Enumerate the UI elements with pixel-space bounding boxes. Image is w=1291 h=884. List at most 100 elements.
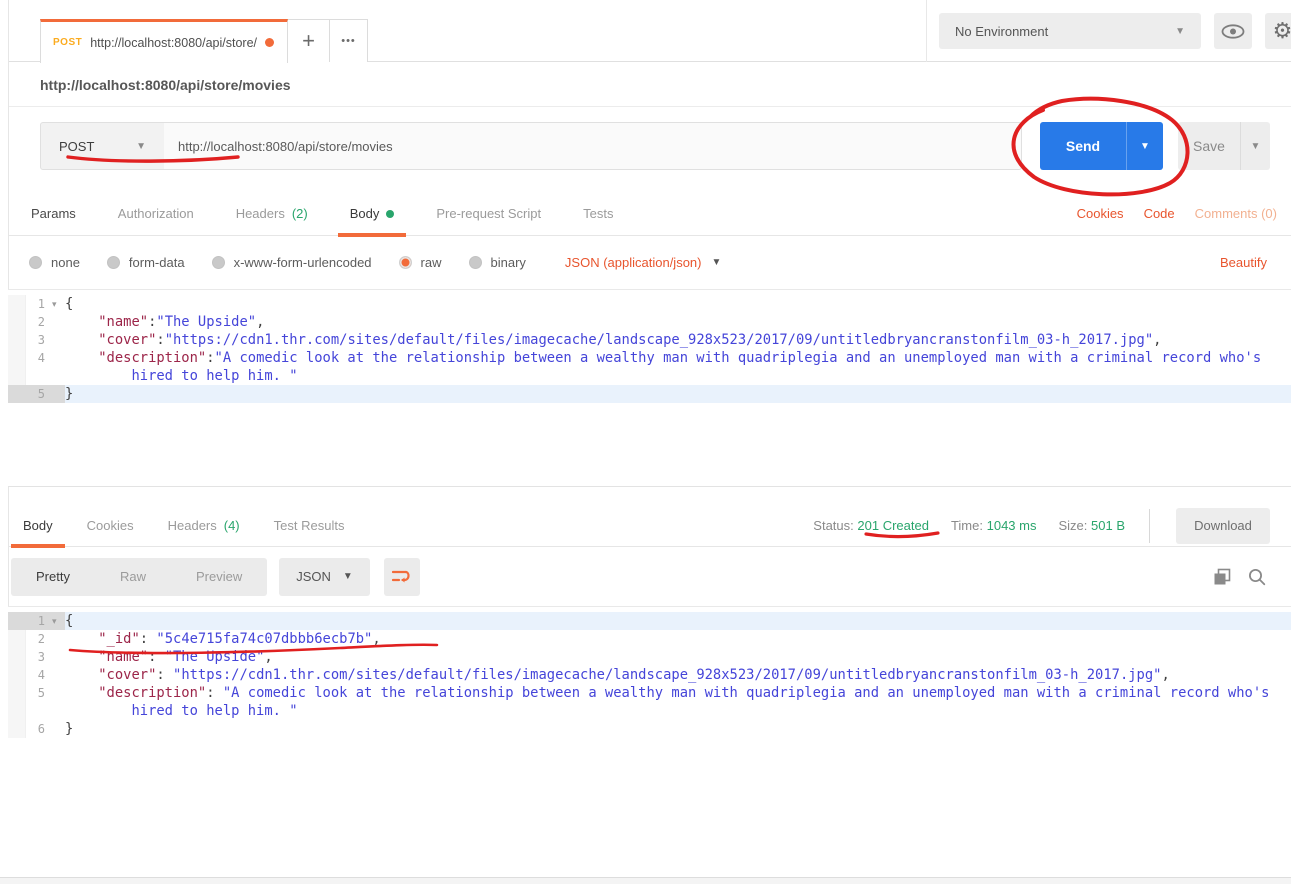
divider [1149, 509, 1150, 543]
save-button-group: Save ▼ [1178, 122, 1270, 170]
tab-url-label: http://localhost:8080/api/store/ [90, 36, 257, 50]
method-select-value: POST [59, 139, 94, 154]
response-view-switcher: Pretty Raw Preview [11, 558, 267, 596]
search-icon[interactable] [1248, 568, 1266, 586]
code-line: hired to help him. " [8, 702, 1291, 720]
body-mode-row: none form-data x-www-form-urlencoded raw… [9, 236, 1291, 288]
status-badge: 201 Created [857, 518, 929, 533]
radio-icon [212, 256, 225, 269]
response-tab-body[interactable]: Body [19, 505, 57, 547]
code-line: 2 "_id": "5c4e715fa74c07dbbb6ecb7b", [8, 630, 1291, 648]
chevron-down-icon: ▼ [136, 141, 146, 152]
request-body-editor[interactable]: 1▾{2 "name":"The Upside",3 "cover":"http… [8, 289, 1291, 487]
code-line: 3 "name": "The Upside", [8, 648, 1291, 666]
response-tab-cookies[interactable]: Cookies [83, 505, 138, 547]
body-mode-form-data[interactable]: form-data [107, 255, 185, 270]
radio-icon [107, 256, 120, 269]
tab-pre-request-script[interactable]: Pre-request Script [432, 192, 545, 236]
radio-icon [469, 256, 482, 269]
view-raw[interactable]: Raw [95, 569, 171, 584]
content-type-value: JSON (application/json) [565, 255, 702, 270]
tab-label: Body [350, 206, 380, 221]
environment-label: No Environment [955, 24, 1048, 39]
save-options-button[interactable]: ▼ [1240, 122, 1270, 170]
response-toolbar: Pretty Raw Preview JSON ▼ [9, 547, 1291, 606]
body-mode-binary[interactable]: binary [469, 255, 526, 270]
code-line: 4 "description":"A comedic look at the r… [8, 349, 1291, 367]
response-body-viewer[interactable]: 1▾{2 "_id": "5c4e715fa74c07dbbb6ecb7b",3… [8, 606, 1291, 877]
tab-label: Authorization [118, 206, 194, 221]
code-line: 3 "cover":"https://cdn1.thr.com/sites/de… [8, 331, 1291, 349]
tab-body[interactable]: Body [346, 192, 399, 236]
environment-select[interactable]: No Environment ▼ [939, 13, 1201, 49]
time-label: Time: [951, 518, 983, 533]
download-label: Download [1194, 518, 1252, 533]
body-mode-raw[interactable]: raw [399, 255, 442, 270]
code-line: 1▾{ [8, 612, 1291, 630]
status-label: Status: [813, 518, 853, 533]
send-options-button[interactable]: ▼ [1126, 122, 1163, 170]
tab-count: (4) [224, 518, 240, 533]
wrap-line-icon [392, 569, 411, 584]
settings-button[interactable]: ⚙ [1265, 13, 1291, 49]
response-tab-test-results[interactable]: Test Results [270, 505, 349, 547]
tab-authorization[interactable]: Authorization [114, 192, 198, 236]
tab-tests[interactable]: Tests [579, 192, 617, 236]
tab-menu-button[interactable]: ••• [330, 19, 368, 62]
wrap-lines-button[interactable] [384, 558, 420, 596]
code-line: hired to help him. " [8, 367, 1291, 385]
url-input[interactable]: http://localhost:8080/api/store/movies [164, 122, 1022, 170]
tab-count: (2) [292, 206, 308, 221]
tab-label: Headers [236, 206, 285, 221]
comments-link[interactable]: Comments (0) [1195, 206, 1277, 221]
response-format-select[interactable]: JSON ▼ [279, 558, 370, 596]
download-button[interactable]: Download [1176, 508, 1270, 544]
radio-label: x-www-form-urlencoded [234, 255, 372, 270]
ellipsis-icon: ••• [341, 35, 356, 47]
response-actions [1213, 568, 1291, 586]
format-value: JSON [296, 569, 331, 584]
eye-icon [1221, 24, 1245, 39]
body-mode-none[interactable]: none [29, 255, 80, 270]
tab-headers[interactable]: Headers (2) [232, 192, 312, 236]
page-title: http://localhost:8080/api/store/movies [40, 77, 291, 93]
view-pretty[interactable]: Pretty [11, 569, 95, 584]
request-title-row: http://localhost:8080/api/store/movies [9, 63, 1291, 107]
tab-params[interactable]: Params [27, 192, 80, 236]
unsaved-dot-icon [265, 38, 274, 47]
content-type-select[interactable]: JSON (application/json) ▼ [565, 255, 721, 270]
time-value: 1043 ms [987, 518, 1037, 533]
send-button-group: Send ▼ [1040, 122, 1163, 170]
size-label: Size: [1058, 518, 1087, 533]
method-select[interactable]: POST ▼ [40, 122, 165, 170]
code-line: 4 "cover": "https://cdn1.thr.com/sites/d… [8, 666, 1291, 684]
cookies-link[interactable]: Cookies [1077, 206, 1124, 221]
tab-method-badge: POST [53, 37, 82, 48]
send-button-label: Send [1066, 138, 1100, 154]
url-input-value: http://localhost:8080/api/store/movies [178, 139, 393, 154]
request-tab[interactable]: POST http://localhost:8080/api/store/ [40, 19, 288, 63]
radio-label: form-data [129, 255, 185, 270]
save-button[interactable]: Save [1178, 122, 1240, 170]
chevron-down-icon: ▼ [1140, 141, 1150, 152]
plus-icon: + [302, 28, 315, 54]
view-preview[interactable]: Preview [171, 569, 267, 584]
send-button[interactable]: Send [1040, 122, 1126, 170]
tab-label: Body [23, 518, 53, 533]
response-tab-headers[interactable]: Headers (4) [164, 505, 244, 547]
body-mode-x-www-form-urlencoded[interactable]: x-www-form-urlencoded [212, 255, 372, 270]
code-line: 1▾{ [8, 295, 1291, 313]
status-bar [0, 877, 1291, 884]
beautify-link[interactable]: Beautify [1220, 255, 1291, 270]
environment-preview-button[interactable] [1214, 13, 1252, 49]
tab-label: Params [31, 206, 76, 221]
request-tabs: Params Authorization Headers (2) Body Pr… [9, 192, 1291, 236]
copy-icon[interactable] [1213, 568, 1231, 586]
request-bar: POST ▼ http://localhost:8080/api/store/m… [9, 107, 1291, 192]
chevron-down-icon: ▼ [1251, 141, 1261, 152]
chevron-down-icon: ▼ [343, 571, 353, 582]
tab-label: Test Results [274, 518, 345, 533]
size-value: 501 B [1091, 518, 1125, 533]
code-link[interactable]: Code [1144, 206, 1175, 221]
new-tab-button[interactable]: + [288, 19, 330, 62]
